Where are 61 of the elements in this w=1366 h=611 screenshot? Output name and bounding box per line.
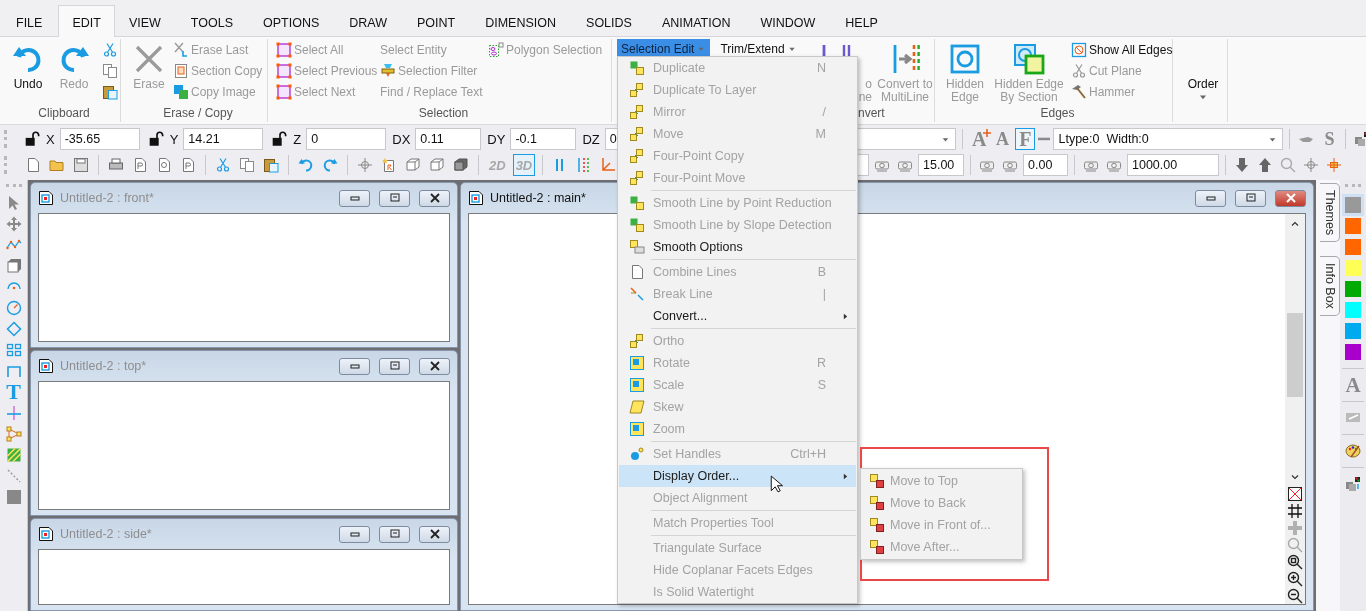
shortcut-label: R: [816, 356, 826, 370]
shortcut-label: M: [815, 127, 826, 141]
menu-tab[interactable]: ANIMATION: [647, 5, 745, 37]
coordinate-field[interactable]: -0.1: [510, 128, 577, 150]
menu-tab[interactable]: FILE: [2, 5, 57, 37]
group-label: Erase / Copy: [163, 106, 233, 121]
dropdown-button[interactable]: Trim/Extend: [716, 39, 801, 58]
field-label: X: [46, 131, 55, 147]
signature-button[interactable]: S: [1319, 128, 1340, 150]
text-tool-button[interactable]: T: [4, 384, 23, 400]
field-label: DY: [487, 131, 506, 147]
window-title: Untitled-2 : side*: [60, 527, 152, 541]
font-button[interactable]: A: [969, 128, 990, 150]
menu-tab[interactable]: WINDOW: [746, 5, 830, 37]
menu-tab[interactable]: TOOLS: [176, 5, 247, 37]
menu-item[interactable]: Display Order...: [619, 465, 856, 487]
shortcut-label: B: [817, 265, 826, 279]
value-field[interactable]: 1000.00: [1127, 154, 1219, 176]
ribbon-item[interactable]: Show All Edges: [1071, 39, 1173, 60]
group-label: Edges: [1040, 106, 1075, 121]
text-color-button[interactable]: A: [1345, 374, 1361, 396]
group-label: Clipboard: [38, 106, 90, 121]
shortcut-label: /: [822, 105, 826, 119]
view-mode-button[interactable]: 2D: [486, 154, 509, 176]
view-mode-button[interactable]: 3D: [512, 154, 536, 176]
font-button[interactable]: A: [992, 128, 1013, 150]
menu-tab[interactable]: VIEW: [114, 5, 175, 37]
menu-tab[interactable]: OPTIONS: [249, 5, 334, 37]
group-label: Selection: [418, 106, 469, 121]
window-title: Untitled-2 : front*: [60, 191, 154, 205]
field-label: Y: [169, 131, 179, 147]
menu-item[interactable]: Smooth Options: [619, 236, 856, 258]
font-button[interactable]: F: [1015, 128, 1036, 150]
coordinate-field[interactable]: 0.11: [415, 128, 482, 150]
coordinate-field[interactable]: -35.65: [59, 128, 140, 150]
coordinate-field[interactable]: 14.21: [183, 128, 264, 150]
shortcut-label: Ctrl+H: [790, 447, 826, 461]
side-tab[interactable]: Info Box: [1320, 256, 1340, 317]
field-label: Z: [293, 131, 302, 147]
linetype-dropdown[interactable]: Ltype:0 Width:0: [1053, 128, 1284, 150]
value-field[interactable]: 15.00: [918, 154, 964, 176]
menu-tab[interactable]: DIMENSION: [471, 5, 571, 37]
group-label: nvert: [858, 106, 885, 121]
window-title: Untitled-2 : main*: [490, 191, 586, 205]
coordinate-field[interactable]: 0: [306, 128, 387, 150]
menu-tab[interactable]: EDIT: [58, 5, 115, 37]
menu-tab[interactable]: HELP: [831, 5, 892, 37]
menu-tab[interactable]: SOLIDS: [572, 5, 646, 37]
field-label: DX: [392, 131, 411, 147]
side-tab[interactable]: Themes: [1320, 183, 1340, 243]
menu-tab[interactable]: DRAW: [335, 5, 401, 37]
value-field[interactable]: 0.00: [1023, 154, 1068, 176]
menu-tab[interactable]: POINT: [403, 5, 470, 37]
window-title: Untitled-2 : top*: [60, 359, 147, 373]
field-label: DZ: [582, 131, 600, 147]
menu-item[interactable]: Convert...: [619, 305, 856, 327]
ribbon-button[interactable]: Order: [1181, 39, 1225, 103]
shortcut-label: |: [822, 287, 826, 301]
ribbon-button[interactable]: Undo: [8, 39, 48, 91]
shortcut-label: S: [817, 378, 826, 392]
shortcut-label: N: [816, 61, 826, 75]
